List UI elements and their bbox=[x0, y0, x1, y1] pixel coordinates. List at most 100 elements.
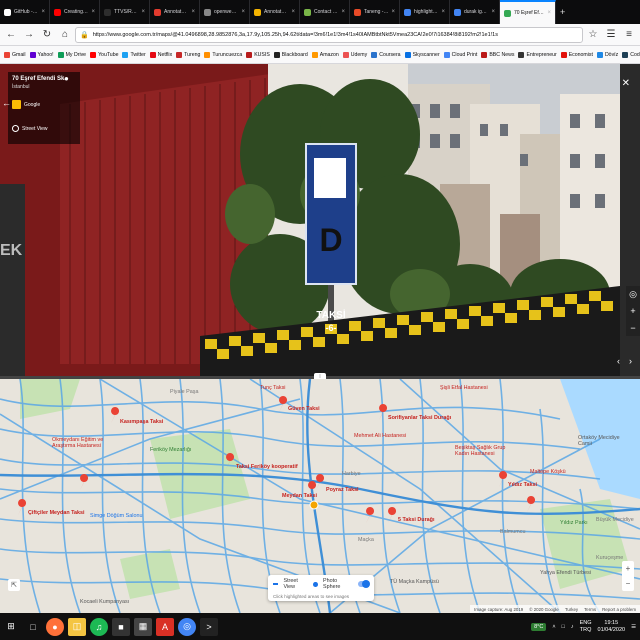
map-label-5-taksi-duragi[interactable]: 5 Taksi Durağı bbox=[398, 517, 434, 523]
map-label-maltepe-kosku[interactable]: Maltepe Köşkü bbox=[530, 469, 566, 475]
tray-arrow-icon[interactable]: ˄ bbox=[552, 624, 555, 630]
browser-tab[interactable]: Contact - Easybird× bbox=[300, 0, 350, 24]
calculator-icon[interactable]: ▦ bbox=[134, 617, 152, 636]
map-region[interactable]: Turkey bbox=[565, 607, 578, 612]
zoom-in-button[interactable]: + bbox=[630, 306, 635, 316]
map-zoom-out-button[interactable]: − bbox=[626, 579, 631, 588]
bookmark-item[interactable]: Yahoo! bbox=[29, 51, 54, 58]
map-label-mehmet-ali-hastanesi[interactable]: Mehmet Ali Hastanesi bbox=[354, 433, 406, 439]
back-button[interactable]: ← bbox=[3, 27, 19, 43]
street-view-row[interactable]: Street View bbox=[12, 125, 76, 132]
bookmark-item[interactable]: YouTube bbox=[90, 51, 118, 58]
map-label-meydan-taksi[interactable]: Meydan Taksi bbox=[282, 493, 317, 499]
bookmark-item[interactable]: My Drive bbox=[57, 51, 86, 58]
terminal-icon[interactable]: > bbox=[200, 617, 218, 636]
coverage-switch[interactable] bbox=[358, 580, 370, 588]
bookmark-item[interactable]: Dövíz bbox=[596, 51, 618, 58]
map-label-kocaeli-kumpanyasi[interactable]: Kocaeli Kumpanyası bbox=[80, 599, 129, 605]
volume-icon[interactable]: ♪ bbox=[571, 624, 574, 630]
map-label-sisli-etfal[interactable]: Şişli Etfal Hastanesi bbox=[440, 385, 488, 391]
bookmark-item[interactable]: Gmail bbox=[4, 51, 26, 58]
map-label-yildiz-taksi[interactable]: Yıldız Taksi bbox=[508, 482, 537, 488]
language-indicator[interactable]: ENG TRQ bbox=[580, 620, 592, 634]
tab-close-icon[interactable]: × bbox=[341, 9, 345, 15]
chrome-icon[interactable]: ◎ bbox=[178, 617, 196, 636]
library-icon[interactable]: ☰ bbox=[603, 27, 619, 43]
bookmark-item[interactable]: Cloud Print bbox=[443, 51, 477, 58]
compass-icon[interactable]: ◎ bbox=[629, 289, 637, 300]
expand-map-icon[interactable]: ⇱ bbox=[8, 579, 20, 591]
map-view[interactable]: Kasımpaşa Taksi Güven Taksi Şişli Etfal … bbox=[0, 379, 640, 613]
street-view-panorama[interactable]: D TAKSİ -6- EK 70 Eşref Efendi Sk. İstan… bbox=[0, 64, 640, 376]
map-label-yahya-efendi[interactable]: Yahya Efendi Türbesi bbox=[540, 570, 591, 576]
browser-tab[interactable]: openwebui.ac.uk× bbox=[200, 0, 250, 24]
menu-icon[interactable]: ≡ bbox=[621, 27, 637, 43]
pdf-reader-icon[interactable]: A bbox=[156, 617, 174, 636]
bookmark-item[interactable]: Netflix bbox=[149, 51, 172, 58]
address-bar[interactable]: 🔒 https://www.google.com.tr/maps/@41.049… bbox=[75, 26, 583, 43]
bookmark-item[interactable]: Skyscanner bbox=[404, 51, 440, 58]
notifications-icon[interactable]: ☰ bbox=[631, 624, 636, 630]
next-image-icon[interactable]: › bbox=[629, 356, 632, 366]
map-label-okmeydani-hastanesi[interactable]: Okmeydanı Eğitim ve Araştırma Hastanesi bbox=[52, 437, 112, 449]
bookmark-item[interactable]: Udemy bbox=[342, 51, 367, 58]
bookmark-item[interactable]: KUSIS bbox=[246, 51, 270, 58]
bookmark-item[interactable]: Coursera bbox=[371, 51, 401, 58]
bookmark-item[interactable]: Amazon bbox=[311, 51, 339, 58]
tab-close-icon[interactable]: × bbox=[291, 9, 295, 15]
spotify-icon[interactable]: ♫ bbox=[90, 617, 108, 636]
map-label-ciftciler-taksi[interactable]: Çiftçiler Meydan Taksi bbox=[28, 510, 85, 516]
browser-tab[interactable]: highlights on high× bbox=[400, 0, 450, 24]
close-street-view-icon[interactable]: ✕ bbox=[622, 78, 630, 89]
tab-close-icon[interactable]: × bbox=[491, 9, 495, 15]
map-label-poyraz-taksi[interactable]: Poyraz Taksi bbox=[326, 487, 359, 493]
bookmark-item[interactable]: Codecademy bbox=[622, 51, 640, 58]
bookmark-star-icon[interactable]: ☆ bbox=[585, 27, 601, 43]
clock[interactable]: 19:15 01/04/2020 bbox=[598, 620, 626, 634]
bookmark-item[interactable]: Economist bbox=[560, 51, 593, 58]
map-label-yildiz-parki[interactable]: Yıldız Parkı bbox=[560, 520, 588, 526]
map-label-taksi-ferikoy[interactable]: Taksi Feriköy kooperatif bbox=[236, 464, 298, 470]
map-label-ortakoy-camii[interactable]: Ortaköy Mecidiye Camii bbox=[578, 435, 633, 447]
browser-tab[interactable]: 70 Eşref Efendi S× bbox=[500, 0, 556, 24]
map-label-guven-taksi[interactable]: Güven Taksi bbox=[288, 406, 320, 412]
map-label-besiktas-hastanesi[interactable]: Beşiktaş Sağlık Grup Kadın Hastanesi bbox=[455, 445, 515, 457]
map-terms-link[interactable]: Terms bbox=[584, 607, 596, 612]
map-label-tunc-taksi[interactable]: Tunç Taksi bbox=[260, 385, 285, 391]
firefox-icon[interactable]: ● bbox=[46, 617, 64, 636]
map-label-ferikoy-mezarligi[interactable]: Feriköy Mezarlığı bbox=[150, 447, 191, 453]
tab-close-icon[interactable]: × bbox=[141, 9, 145, 15]
network-icon[interactable]: □ bbox=[562, 624, 565, 630]
street-view-link[interactable]: Street View bbox=[22, 126, 47, 132]
browser-tab[interactable]: Annotated Bibliog× bbox=[250, 0, 300, 24]
tab-close-icon[interactable]: × bbox=[547, 10, 551, 16]
back-arrow-icon[interactable]: ← bbox=[2, 98, 11, 108]
browser-tab[interactable]: Annotated Bibliog× bbox=[150, 0, 200, 24]
bookmark-item[interactable]: Turuncuezca bbox=[204, 51, 242, 58]
reload-button[interactable]: ↻ bbox=[39, 27, 55, 43]
prev-image-icon[interactable]: ‹ bbox=[617, 356, 620, 366]
bookmark-item[interactable]: Twitter bbox=[122, 51, 146, 58]
map-zoom-in-button[interactable]: + bbox=[626, 564, 631, 573]
tab-close-icon[interactable]: × bbox=[391, 9, 395, 15]
windows-start-icon[interactable]: ⊞ bbox=[2, 618, 20, 636]
browser-tab[interactable]: Creating a YOLOv× bbox=[50, 0, 100, 24]
browser-tab[interactable]: TTVS/README.md× bbox=[100, 0, 150, 24]
tab-close-icon[interactable]: × bbox=[241, 9, 245, 15]
info-pin-icon[interactable]: ● bbox=[64, 74, 69, 83]
map-label-simge-dugun[interactable]: Simge Döğüm Salonu bbox=[90, 513, 142, 519]
map-label-tu-macka[interactable]: TÜ Maçka Kampüsü bbox=[390, 579, 439, 585]
task-view-icon[interactable]: □ bbox=[24, 618, 42, 636]
map-label-kasimpasa-taksi[interactable]: Kasımpaşa Taksi bbox=[120, 419, 163, 425]
tab-close-icon[interactable]: × bbox=[441, 9, 445, 15]
app-icon[interactable]: ■ bbox=[112, 617, 130, 636]
browser-tab[interactable]: Taneng - ortaya ç× bbox=[350, 0, 400, 24]
street-view-toggle-label[interactable]: Street View bbox=[283, 578, 308, 590]
bookmark-item[interactable]: Tureng bbox=[176, 51, 200, 58]
bookmark-item[interactable]: Entrepreneur bbox=[518, 51, 557, 58]
zoom-out-button[interactable]: − bbox=[630, 323, 635, 333]
bookmark-item[interactable]: Blackboard bbox=[273, 51, 308, 58]
map-label-sorifiyanlar-taksi[interactable]: Sorifiyanlar Taksi Durağı bbox=[388, 415, 451, 421]
home-button[interactable]: ⌂ bbox=[57, 27, 73, 43]
file-explorer-icon[interactable]: ◫ bbox=[68, 617, 86, 636]
